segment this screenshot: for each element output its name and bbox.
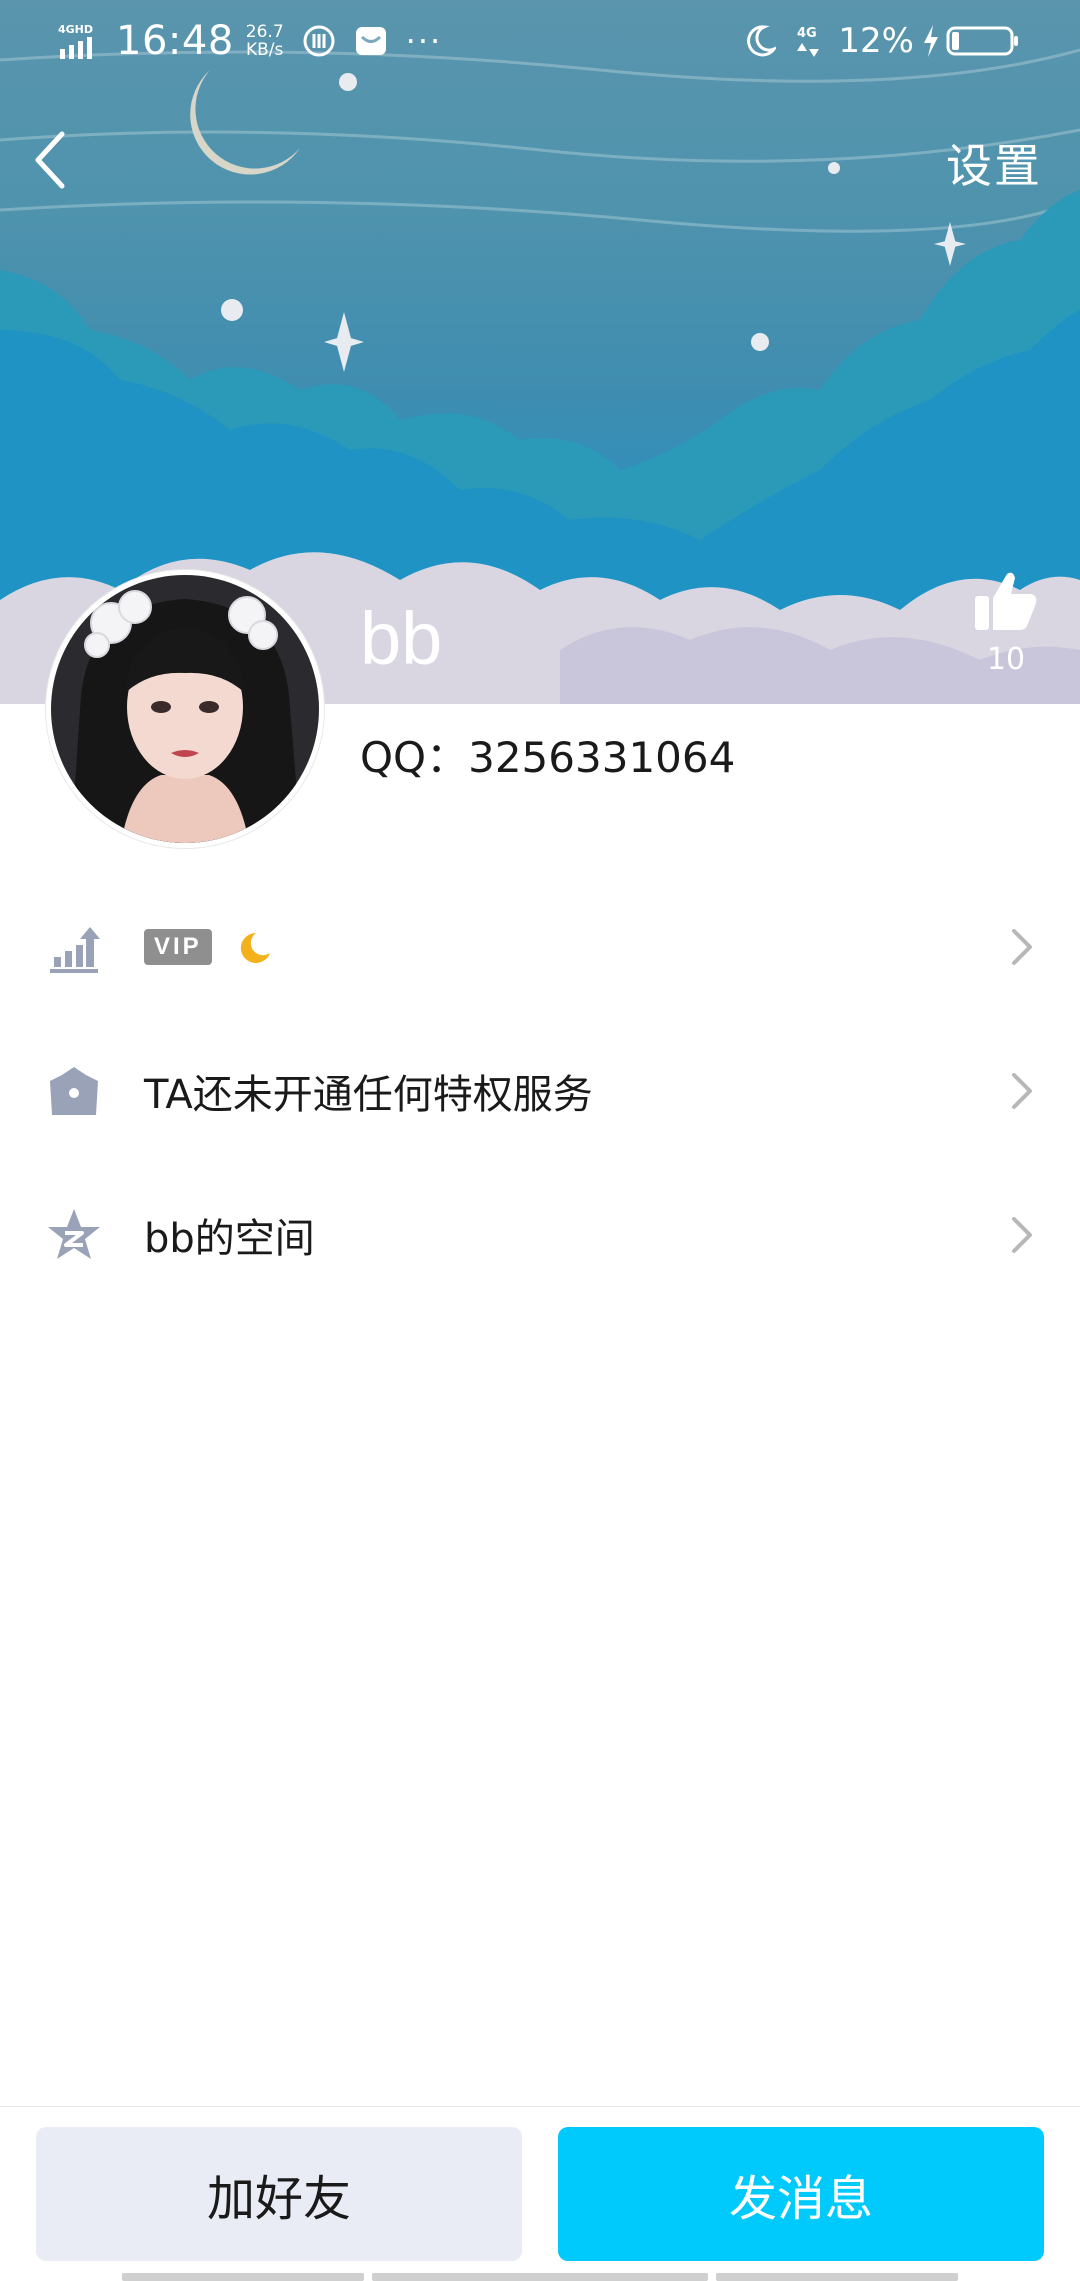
- mobile-data-icon: 4G: [797, 26, 820, 57]
- app-notification-icon: [303, 25, 335, 57]
- level-up-icon: [50, 927, 100, 973]
- privilege-label: TA还未开通任何特权服务: [144, 1072, 593, 1118]
- vip-badge: VIP: [144, 929, 212, 965]
- battery-icon: [946, 26, 1018, 56]
- status-bar: 4GHD 16:48 26.7 KB/s ··· 4G 12%: [0, 0, 1080, 80]
- like-count: 10: [986, 642, 1026, 677]
- charging-bolt-icon: [924, 25, 938, 57]
- mobile-data-label: 4G: [797, 26, 817, 41]
- do-not-disturb-moon-icon: [747, 25, 777, 57]
- network-type-label: 4GHD: [58, 23, 93, 36]
- add-friend-button[interactable]: 加好友: [36, 2127, 522, 2261]
- network-speed-unit: KB/s: [246, 40, 284, 60]
- qzone-row[interactable]: bb的空间: [0, 1170, 1080, 1300]
- avatar-image: [51, 575, 319, 843]
- settings-button[interactable]: 设置: [946, 130, 1042, 196]
- qq-number: QQ：3256331064: [360, 733, 736, 782]
- crown-icon: [50, 1067, 98, 1115]
- status-bar-right: 4G 12%: [742, 18, 1020, 64]
- crescent-moon-level-icon: [240, 932, 270, 963]
- privilege-row[interactable]: TA还未开通任何特权服务: [0, 1026, 1080, 1156]
- network-speed-value: 26.7: [245, 22, 284, 42]
- back-button[interactable]: [30, 128, 70, 192]
- chevron-right-icon: [1012, 929, 1032, 965]
- thumbs-up-icon: [975, 572, 1037, 630]
- bottom-action-bar: 加好友 发消息: [0, 2106, 1080, 2281]
- vip-row[interactable]: VIP: [0, 882, 1080, 1012]
- status-bar-left: 4GHD 16:48 26.7 KB/s ···: [58, 18, 442, 64]
- avatar[interactable]: [46, 570, 324, 848]
- battery-percent: 12%: [838, 21, 914, 61]
- like-button[interactable]: 10: [968, 568, 1044, 677]
- qzone-label: bb的空间: [144, 1216, 315, 1262]
- send-message-button[interactable]: 发消息: [558, 2127, 1044, 2261]
- mail-notification-icon: [355, 27, 386, 55]
- qzone-star-icon: [48, 1209, 100, 1259]
- nickname: bb: [360, 597, 443, 680]
- chevron-right-icon: [1012, 1217, 1032, 1253]
- more-notifications-dots: ···: [405, 22, 443, 60]
- chevron-right-icon: [1012, 1073, 1032, 1109]
- signal-icon: 4GHD: [58, 23, 93, 59]
- status-time: 16:48: [116, 18, 234, 64]
- network-speed: 26.7 KB/s: [246, 23, 284, 59]
